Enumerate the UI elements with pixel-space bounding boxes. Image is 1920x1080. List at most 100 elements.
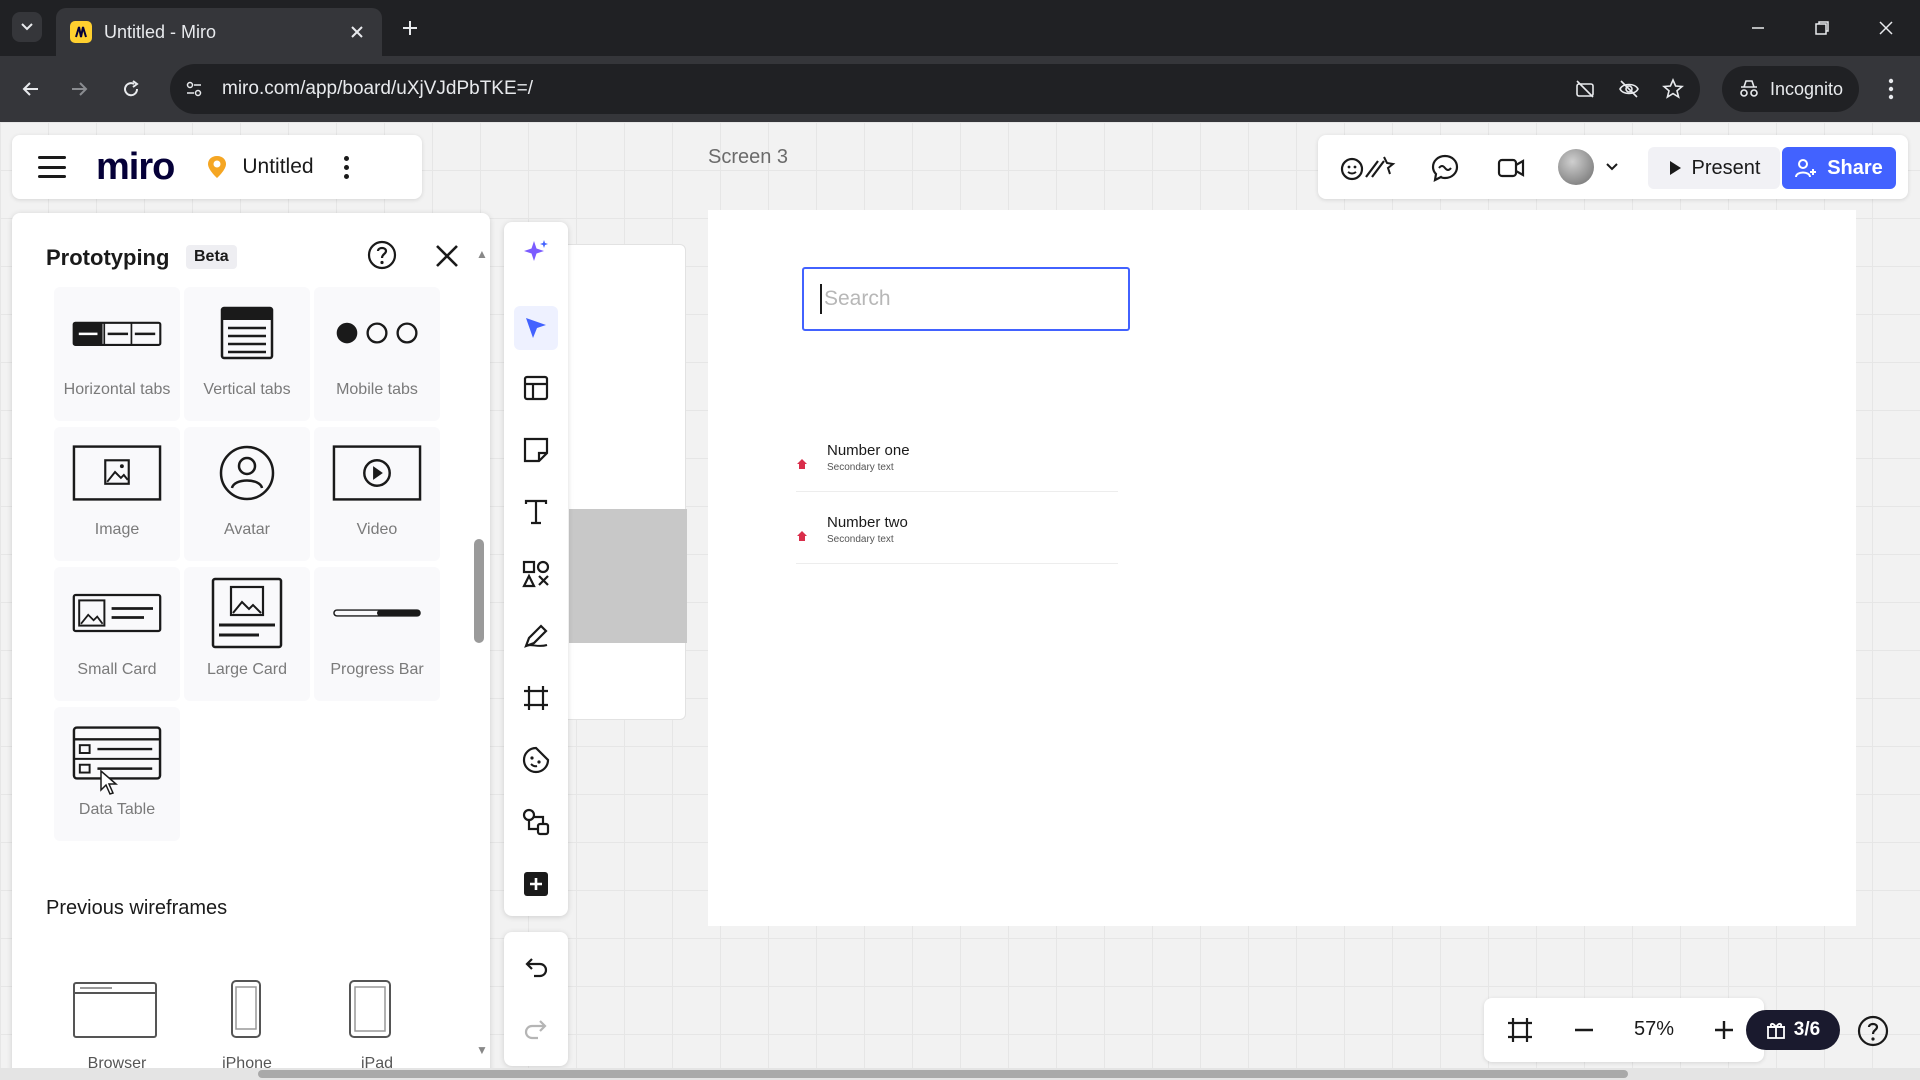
collaboration-toolbar: Present Share	[1318, 135, 1908, 199]
partial-frame-block	[569, 509, 687, 643]
zoom-level[interactable]: 57%	[1634, 1018, 1674, 1041]
large-card-icon	[202, 577, 292, 649]
templates-icon[interactable]	[514, 366, 558, 410]
diagram-icon[interactable]	[514, 800, 558, 844]
frame-tool-icon[interactable]	[514, 676, 558, 720]
help-icon[interactable]	[366, 239, 398, 271]
browser-tab-active[interactable]: Untitled - Miro	[56, 8, 382, 56]
new-tab-icon[interactable]	[396, 14, 424, 42]
avatar-icon	[202, 441, 292, 505]
panel-scrollbar-thumb[interactable]	[474, 539, 484, 643]
site-settings-icon[interactable]	[184, 79, 204, 99]
video-icon	[332, 441, 422, 505]
board-more-icon[interactable]	[342, 155, 352, 179]
component-tile-video[interactable]: Video	[314, 427, 440, 561]
fit-to-screen-icon[interactable]	[1504, 1014, 1536, 1046]
back-icon[interactable]	[14, 72, 48, 106]
tab-close-icon[interactable]	[346, 21, 368, 43]
url-omnibox[interactable]: miro.com/app/board/uXjVJdPbTKE=/	[170, 64, 1700, 114]
frame-label[interactable]: Screen 3	[708, 146, 788, 169]
board-location-icon	[208, 156, 227, 178]
main-menu-icon[interactable]	[38, 156, 66, 178]
comments-icon[interactable]	[1428, 151, 1462, 185]
present-button[interactable]: Present	[1648, 147, 1780, 189]
tile-label: Avatar	[224, 521, 270, 538]
mouse-cursor-icon	[100, 770, 118, 795]
browser-tab-bar: Untitled - Miro	[0, 0, 1920, 56]
reload-icon[interactable]	[114, 72, 148, 106]
pages-count: 3/6	[1793, 1019, 1821, 1040]
play-icon	[1669, 161, 1681, 175]
board-name[interactable]: Untitled	[242, 155, 313, 179]
tab-search-button[interactable]	[12, 12, 42, 42]
zoom-controls: 57%	[1484, 998, 1764, 1062]
component-tile-image[interactable]: Image	[54, 427, 180, 561]
share-label: Share	[1827, 156, 1883, 179]
tile-label: Large Card	[206, 661, 288, 678]
previous-wireframes-title: Previous wireframes	[46, 897, 228, 919]
incognito-icon	[1740, 80, 1758, 97]
location-pin-icon	[796, 530, 808, 542]
reactions-icon[interactable]	[1340, 151, 1398, 185]
user-avatar[interactable]	[1558, 149, 1594, 185]
progress-bar-icon	[332, 581, 422, 645]
text-tool-icon[interactable]	[514, 490, 558, 534]
forward-icon[interactable]	[62, 72, 96, 106]
minimize-icon[interactable]	[1740, 10, 1776, 46]
select-tool-icon[interactable]	[514, 306, 558, 350]
component-tile-small-card[interactable]: Small Card	[54, 567, 180, 701]
list-item-primary: Number one	[827, 442, 910, 459]
list-item-secondary: Secondary text	[827, 462, 894, 473]
browser-menu-icon[interactable]	[1876, 74, 1906, 104]
chevron-down-icon[interactable]	[1604, 159, 1620, 175]
pen-icon[interactable]	[514, 614, 558, 658]
tile-label: Image	[94, 521, 140, 538]
text-caret	[820, 284, 822, 314]
share-button[interactable]: Share	[1782, 147, 1896, 189]
eye-off-icon[interactable]	[1616, 76, 1642, 102]
list-item-secondary: Secondary text	[827, 534, 894, 545]
scroll-up-arrow-icon[interactable]: ▲	[476, 247, 488, 261]
sticky-note-icon[interactable]	[514, 428, 558, 472]
url-text: miro.com/app/board/uXjVJdPbTKE=/	[222, 78, 534, 99]
component-tile-vertical-tabs[interactable]: Vertical tabs	[184, 287, 310, 421]
pages-button[interactable]: 3/6	[1746, 1010, 1840, 1050]
incognito-indicator[interactable]: Incognito	[1722, 66, 1860, 112]
window-close-icon[interactable]	[1868, 10, 1904, 46]
undo-icon[interactable]	[514, 946, 558, 990]
list-item[interactable]: Number two Secondary text	[796, 512, 1118, 564]
help-icon[interactable]	[1856, 1014, 1890, 1048]
zoom-in-icon[interactable]	[1708, 1014, 1740, 1046]
component-tile-horizontal-tabs[interactable]: Horizontal tabs	[54, 287, 180, 421]
list-item[interactable]: Number one Secondary text	[796, 440, 1118, 492]
location-pin-icon	[796, 458, 808, 470]
video-call-icon[interactable]	[1494, 151, 1528, 185]
component-tile-avatar[interactable]: Avatar	[184, 427, 310, 561]
camera-blocked-icon[interactable]	[1572, 76, 1598, 102]
star-icon[interactable]	[1660, 76, 1686, 102]
ai-sparkle-icon[interactable]	[514, 230, 558, 274]
redo-icon[interactable]	[514, 1008, 558, 1052]
mobile-tabs-icon	[332, 301, 422, 365]
horizontal-scrollbar-thumb[interactable]	[258, 1070, 1628, 1078]
component-tile-mobile-tabs[interactable]: Mobile tabs	[314, 287, 440, 421]
shapes-icon[interactable]	[514, 552, 558, 596]
board-header: miro Untitled	[12, 135, 422, 199]
tile-label: Small Card	[77, 661, 157, 678]
component-tile-progress-bar[interactable]: Progress Bar	[314, 567, 440, 701]
browser-wireframe-icon[interactable]	[72, 981, 158, 1041]
iphone-wireframe-icon[interactable]	[230, 979, 262, 1041]
beta-badge: Beta	[186, 245, 237, 269]
ipad-wireframe-icon[interactable]	[348, 979, 392, 1041]
image-icon	[72, 441, 162, 505]
component-tile-large-card[interactable]: Large Card	[184, 567, 310, 701]
scroll-down-arrow-icon[interactable]: ▼	[476, 1043, 488, 1057]
restore-icon[interactable]	[1804, 10, 1840, 46]
more-apps-icon[interactable]	[514, 862, 558, 906]
zoom-out-icon[interactable]	[1568, 1014, 1600, 1046]
miro-logo[interactable]: miro	[96, 146, 175, 189]
search-input[interactable]: Search	[802, 267, 1130, 331]
gift-icon	[1766, 1022, 1785, 1039]
sticker-icon[interactable]	[514, 738, 558, 782]
close-icon[interactable]	[434, 243, 460, 269]
